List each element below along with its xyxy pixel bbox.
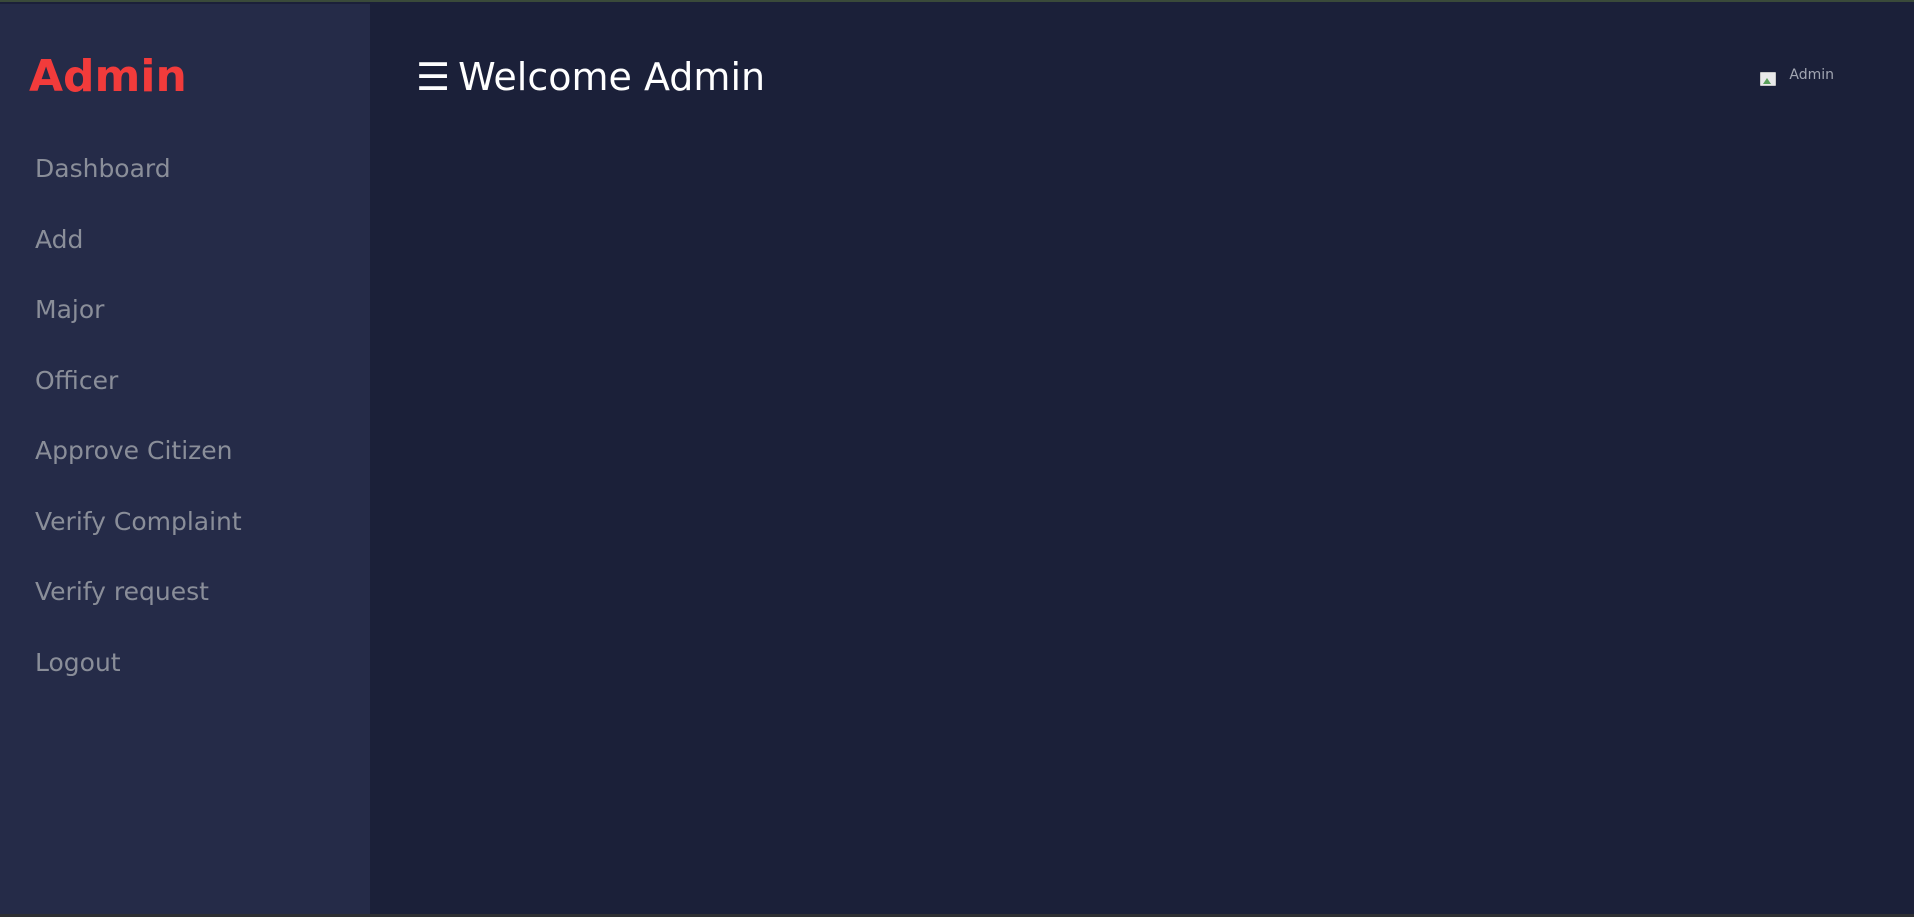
sidebar-item-verify-complaint[interactable]: Verify Complaint [0, 507, 370, 578]
broken-image-icon [1759, 71, 1779, 91]
sidebar-item-officer[interactable]: Officer [0, 366, 370, 437]
user-profile[interactable]: Admin [1759, 66, 1834, 90]
brand-logo[interactable]: Admin [29, 50, 187, 104]
main-content: ☰ Welcome Admin Admin [370, 4, 1914, 916]
app-window: Admin Dashboard Add Major Officer Approv… [0, 0, 1914, 917]
sidebar-item-logout[interactable]: Logout [0, 648, 370, 719]
sidebar-item-dashboard[interactable]: Dashboard [0, 154, 370, 225]
sidebar-item-add[interactable]: Add [0, 225, 370, 296]
sidebar-item-verify-request[interactable]: Verify request [0, 577, 370, 648]
sidebar-item-major[interactable]: Major [0, 295, 370, 366]
user-name: Admin [1789, 67, 1834, 83]
sidebar-item-approve-citizen[interactable]: Approve Citizen [0, 436, 370, 507]
sidebar: Admin Dashboard Add Major Officer Approv… [0, 4, 370, 916]
page-title: Welcome Admin [458, 55, 766, 99]
avatar-mark [1763, 78, 1772, 84]
hamburger-menu-icon[interactable]: ☰ [416, 54, 450, 100]
page-header: ☰ Welcome Admin [416, 54, 765, 100]
sidebar-nav: Dashboard Add Major Officer Approve Citi… [0, 154, 370, 718]
